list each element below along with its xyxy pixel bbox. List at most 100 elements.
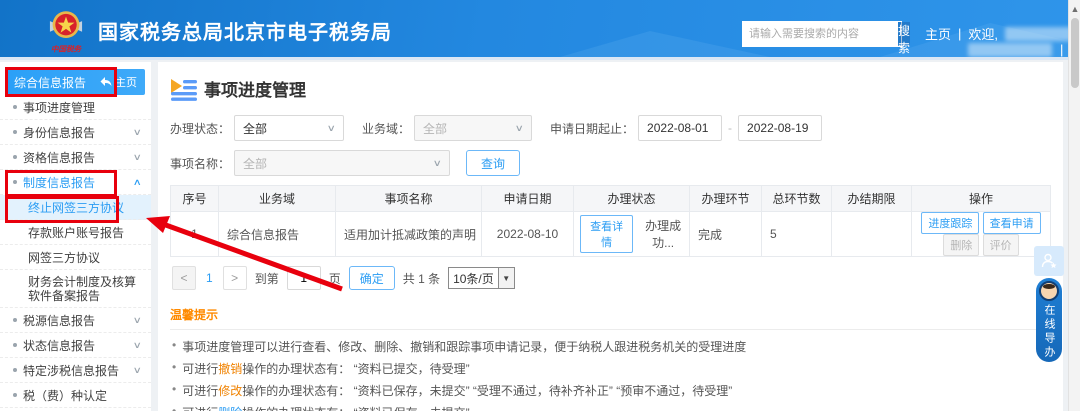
domain-filter-label: 业务域： [362,120,410,137]
tip-text-segment: 修改 [218,384,242,398]
cell-item: 适用加计抵减政策的声明 [336,212,482,257]
sidebar-subitem-网签三方协议[interactable]: 网签三方协议 [0,245,151,270]
goto-page-input[interactable] [287,266,321,290]
sidebar-subitem-终止网签三方协议[interactable]: 终止网签三方协议 [0,195,151,220]
col-header-actions: 操作 [912,186,1051,212]
item-name-filter-label: 事项名称： [170,155,230,172]
col-header-seq: 序号 [171,186,219,212]
sidebar-subitem-财务会计制度及核算软件备案报告[interactable]: 财务会计制度及核算软件备案报告 [0,270,151,308]
domain-select[interactable]: 全部 ∨ [414,115,532,141]
sidebar-item-label: 制度信息报告 [23,174,128,191]
sidebar-item-事项进度管理[interactable]: 事项进度管理 [0,95,151,120]
col-header-domain: 业务域 [219,186,336,212]
tip-text: 可进行撤销操作的办理状态有： “资料已提交，待受理” [182,360,469,377]
home-link[interactable]: 主页 [925,24,951,43]
page-size-value: 10条/页 [449,270,498,287]
sidebar-item-label: 特定涉税信息报告 [23,362,128,379]
tip-text-segment: 撤销 [218,362,242,376]
search-input[interactable] [743,22,897,46]
sidebar-item-税费种认定[interactable]: 税（费）种认定 [0,383,151,408]
tip-text: 事项进度管理可以进行查看、修改、删除、撤销和跟踪事项申请记录，便于纳税人跟进税务… [182,338,746,355]
bullet-icon [13,180,17,184]
bullet-icon: • [172,382,176,399]
status-filter-label: 办理状态： [170,120,230,137]
pagination: < 1 > 到第 页 确定 共 1 条 10条/页 ▼ [172,266,1051,290]
header-links: 主页 | 欢迎, | 退出 [925,24,1080,43]
sidebar-item-资格信息报告[interactable]: 资格信息报告 ∨ [0,145,151,170]
sidebar-subitem-label: 存款账户账号报告 [28,224,124,241]
bullet-icon [13,368,17,372]
delete-button[interactable]: 删除 [943,234,979,256]
tips-section: 温馨提示 •事项进度管理可以进行查看、修改、删除、撤销和跟踪事项申请记录，便于纳… [170,306,1051,411]
separator: | [958,26,961,41]
main-content-card: 事项进度管理 办理状态： 全部 ∨ 业务域： 全部 ∨ 申请日期起止： - 事项… [158,62,1063,411]
chevron-down-icon: ∨ [133,152,142,163]
header-search: 搜索 [742,21,902,47]
page-title: 事项进度管理 [204,76,306,101]
chevron-up-icon: ∧ [133,177,142,188]
current-page[interactable]: 1 [204,271,215,285]
page-size-select[interactable]: 10条/页 ▼ [448,267,515,289]
view-detail-button[interactable]: 查看详情 [580,215,633,253]
cell-seq: 1 [171,212,219,257]
favorite-user-widget[interactable] [1034,246,1064,276]
sidebar-item-制度信息报告[interactable]: 制度信息报告 ∧ [0,170,151,195]
online-guide-widget[interactable]: 在线导办 [1036,278,1062,362]
item-name-select-value: 全部 [243,155,267,172]
sidebar-item-状态信息报告[interactable]: 状态信息报告 ∨ [0,333,151,358]
page-scrollbar[interactable]: ▲ [1068,0,1080,411]
search-button[interactable]: 搜索 [897,22,910,46]
col-header-step: 办理环节 [690,186,762,212]
view-application-button[interactable]: 查看申请 [983,212,1041,234]
bullet-icon [13,130,17,134]
chevron-down-icon: ∨ [133,365,142,376]
tip-item: •事项进度管理可以进行查看、修改、删除、撤销和跟踪事项申请记录，便于纳税人跟进税… [170,338,1051,355]
item-name-select[interactable]: 全部 ∨ [234,150,450,176]
sidebar-subitem-存款账户账号报告[interactable]: 存款账户账号报告 [0,220,151,245]
person-star-icon [1040,252,1058,270]
filter-form: 办理状态： 全部 ∨ 业务域： 全部 ∨ 申请日期起止： - 事项名称： 全部 … [170,115,1051,176]
scrollbar-thumb[interactable] [1071,18,1079,88]
prev-page-button[interactable]: < [172,266,196,290]
col-header-status: 办理状态 [574,186,690,212]
scroll-up-arrow-icon[interactable]: ▲ [1070,2,1080,16]
col-header-item: 事项名称 [336,186,482,212]
back-to-home-button[interactable]: 主页 [100,74,137,90]
evaluate-button[interactable]: 评价 [983,234,1019,256]
domain-select-value: 全部 [423,120,447,137]
sidebar-item-税源信息报告[interactable]: 税源信息报告 ∨ [0,308,151,333]
table-header-row: 序号 业务域 事项名称 申请日期 办理状态 办理环节 总环节数 办结期限 操作 [171,186,1051,212]
tip-text-segment: 操作的办理状态有： “资料已保存，未提交” “受理不通过，待补齐补正” “预审不… [242,384,732,398]
online-guide-label: 在线导办 [1041,304,1057,360]
bullet-icon [13,318,17,322]
tips-title: 温馨提示 [170,306,1051,330]
sidebar-item-身份信息报告[interactable]: 身份信息报告 ∨ [0,120,151,145]
tip-item: • 可进行撤销操作的办理状态有： “资料已提交，待受理” [170,360,1051,377]
track-progress-button[interactable]: 进度跟踪 [921,212,979,234]
date-from-input[interactable] [638,115,722,141]
status-select[interactable]: 全部 ∨ [234,115,344,141]
sidebar-item-label: 状态信息报告 [23,337,128,354]
page-title-icon [170,77,198,101]
date-range-label: 申请日期起止： [550,120,634,137]
sidebar-item-特定涉税信息报告[interactable]: 特定涉税信息报告 ∨ [0,358,151,383]
query-button[interactable]: 查询 [466,150,520,176]
chevron-down-icon: ∨ [515,123,524,134]
sidebar-section-综合信息报告[interactable]: 综合信息报告 主页 [6,69,145,95]
chevron-down-icon: ∨ [133,127,142,138]
col-header-total-steps: 总环节数 [762,186,832,212]
col-header-deadline: 办结期限 [832,186,912,212]
bullet-icon: • [172,360,176,377]
header-links-line2: | [968,42,1063,57]
bullet-icon [13,155,17,159]
date-to-input[interactable] [738,115,822,141]
chevron-down-icon: ∨ [433,158,442,169]
confirm-page-button[interactable]: 确定 [349,266,395,290]
header-decoration [560,31,770,57]
filter-row-2: 事项名称： 全部 ∨ 查询 [170,150,1051,176]
next-page-button[interactable]: > [223,266,247,290]
welcome-label: 欢迎, [968,24,998,43]
tip-text-segment: 可进行 [182,406,218,411]
bullet-icon: • [172,404,176,411]
cell-deadline [832,212,912,257]
